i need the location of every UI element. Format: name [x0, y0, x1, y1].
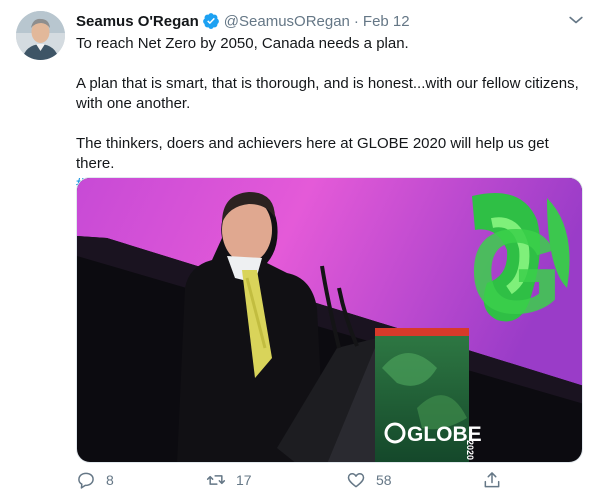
share-button[interactable] — [482, 470, 502, 490]
reply-icon — [78, 472, 94, 489]
heart-icon — [347, 473, 365, 488]
tweet-header: Seamus O'Regan @SeamusORegan · Feb 12 — [76, 11, 410, 31]
verified-badge-icon — [202, 13, 219, 29]
reply-button[interactable]: 8 — [76, 470, 114, 490]
avatar[interactable] — [16, 11, 65, 60]
like-count: 58 — [376, 472, 392, 488]
retweet-count: 17 — [236, 472, 252, 488]
reply-count: 8 — [106, 472, 114, 488]
like-button[interactable]: 58 — [346, 470, 392, 490]
tweet[interactable]: Seamus O'Regan @SeamusORegan · Feb 12 To… — [0, 0, 600, 503]
tweet-paragraph-text: The thinkers, doers and achievers here a… — [76, 135, 549, 172]
tweet-photo[interactable]: G GLOBE 2020 — [76, 177, 583, 463]
tweet-paragraph: To reach Net Zero by 2050, Canada needs … — [76, 35, 409, 52]
tweet-text: To reach Net Zero by 2050, Canada needs … — [76, 34, 591, 194]
share-icon — [484, 472, 500, 488]
author-handle[interactable]: @SeamusORegan — [224, 13, 350, 30]
tweet-paragraph: A plan that is smart, that is thorough, … — [76, 75, 579, 112]
separator-dot: · — [353, 12, 359, 30]
speaker-photo: G GLOBE 2020 — [77, 178, 582, 462]
sign-year: 2020 — [465, 440, 475, 460]
avatar-image — [16, 11, 65, 60]
retweet-button[interactable]: 17 — [206, 470, 252, 490]
author-name[interactable]: Seamus O'Regan — [76, 13, 199, 30]
chevron-down-icon[interactable] — [566, 10, 586, 30]
tweet-date[interactable]: Feb 12 — [363, 13, 410, 30]
retweet-icon — [206, 475, 226, 485]
tweet-actions: 8 17 58 — [76, 470, 506, 494]
